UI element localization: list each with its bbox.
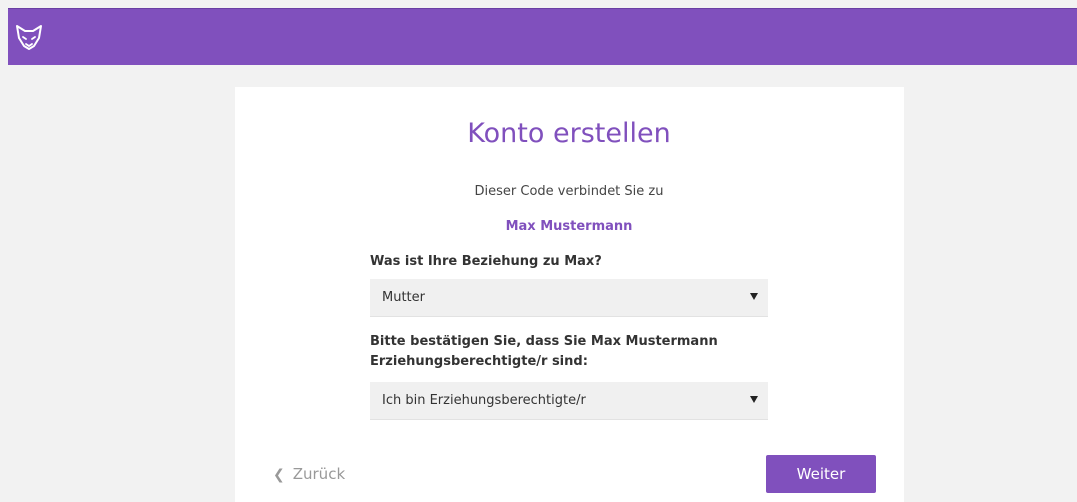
guardian-select-value: Ich bin Erziehungsberechtigte/r	[382, 393, 586, 408]
back-button[interactable]: ❮ Zurück	[273, 465, 345, 483]
guardian-label: Bitte bestätigen Sie, dass Sie Max Muste…	[370, 332, 770, 372]
relationship-select-value: Mutter	[382, 290, 425, 305]
relationship-select[interactable]: Mutter	[370, 279, 768, 317]
caret-down-icon	[750, 396, 758, 403]
fox-logo-icon[interactable]	[14, 22, 44, 52]
child-name: Max Mustermann	[505, 219, 633, 234]
connect-subtitle: Dieser Code verbindet Sie zu	[474, 184, 664, 199]
next-button[interactable]: Weiter	[766, 455, 876, 493]
app-header	[8, 8, 1077, 65]
page-title: Konto erstellen	[467, 118, 671, 149]
back-label: Zurück	[292, 465, 346, 483]
relationship-label: Was ist Ihre Beziehung zu Max?	[370, 254, 602, 269]
chevron-left-icon: ❮	[273, 467, 285, 483]
guardian-label-line2: Erziehungsberechtigte/r sind:	[370, 354, 588, 369]
guardian-label-line1: Bitte bestätigen Sie, dass Sie Max Muste…	[370, 334, 718, 349]
top-strip	[0, 0, 1077, 8]
caret-down-icon	[750, 293, 758, 300]
guardian-select[interactable]: Ich bin Erziehungsberechtigte/r	[370, 382, 768, 420]
